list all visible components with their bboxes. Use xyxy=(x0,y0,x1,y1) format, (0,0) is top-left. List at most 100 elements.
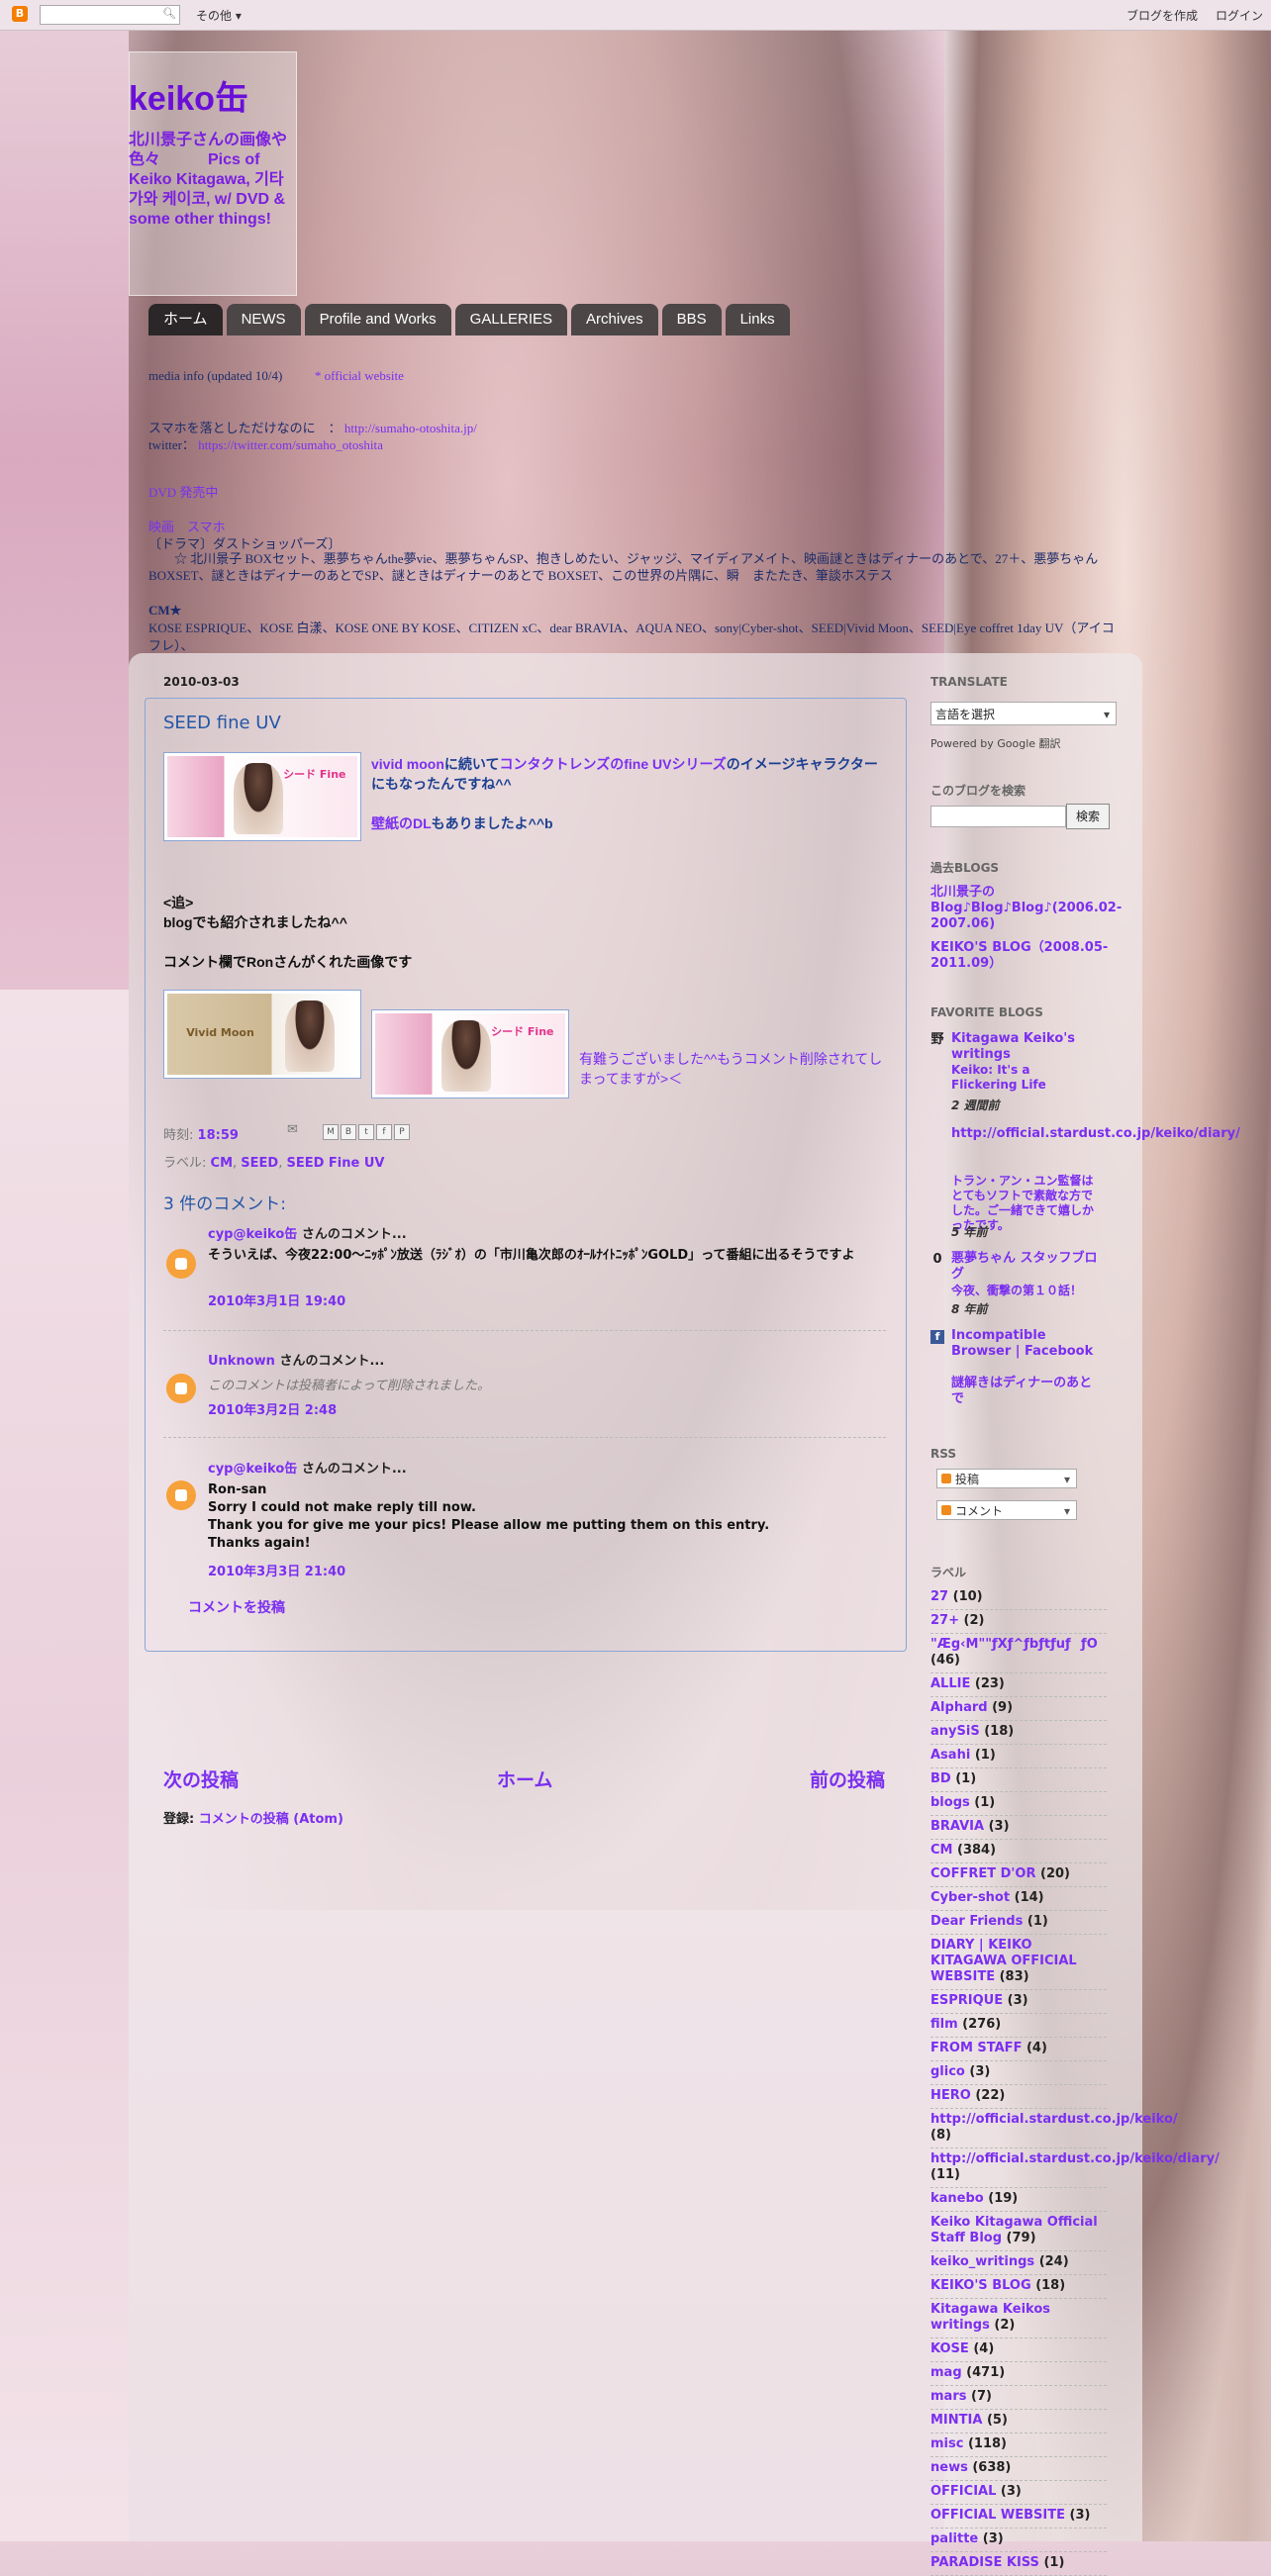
share-blog-icon[interactable]: B xyxy=(341,1124,356,1140)
comment-timestamp[interactable]: 2010年3月2日 2:48 xyxy=(208,1399,337,1418)
label-link[interactable]: Cyber-shot xyxy=(930,1890,1010,1905)
label-link[interactable]: palitte xyxy=(930,2531,978,2546)
wallpaper-link[interactable]: 壁紙のDL xyxy=(371,815,432,831)
sidebar-label-item[interactable]: keiko_writings (24) xyxy=(930,2251,1107,2275)
sidebar-label-item[interactable]: BRAVIA (3) xyxy=(930,1816,1107,1840)
sidebar-label-item[interactable]: "Æg‹M""ƒXƒ^ƒbƒtƒuƒƒO (46) xyxy=(930,1634,1107,1673)
sidebar-label-item[interactable]: blogs (1) xyxy=(930,1792,1107,1816)
label-link[interactable]: Alphard xyxy=(930,1700,988,1715)
share-pinterest-icon[interactable]: P xyxy=(394,1124,410,1140)
label-link[interactable]: HERO xyxy=(930,2088,971,2103)
language-select[interactable]: 言語を選択 xyxy=(930,702,1117,726)
sidebar-label-item[interactable]: ALLIE (23) xyxy=(930,1673,1107,1697)
fav-blog-title[interactable]: 悪夢ちゃん スタッフブログ xyxy=(951,1251,1100,1283)
label-link-seed[interactable]: SEED xyxy=(241,1156,278,1171)
tab-bbs[interactable]: BBS xyxy=(661,304,722,335)
label-link[interactable]: http://official.stardust.co.jp/keiko/dia… xyxy=(930,2151,1220,2166)
sidebar-label-item[interactable]: CM (384) xyxy=(930,1840,1107,1863)
sidebar-label-item[interactable]: OFFICIAL WEBSITE (3) xyxy=(930,2505,1107,2528)
rss-comments-dropdown[interactable]: コメント xyxy=(936,1500,1077,1521)
sidebar-label-item[interactable]: glico (3) xyxy=(930,2061,1107,2085)
sidebar-label-item[interactable]: palitte (3) xyxy=(930,2528,1107,2552)
label-link[interactable]: BRAVIA xyxy=(930,1819,984,1834)
label-link[interactable]: Kitagawa Keikos writings xyxy=(930,2302,1050,2333)
label-link[interactable]: kanebo xyxy=(930,2191,984,2206)
tab-archives[interactable]: Archives xyxy=(571,304,658,335)
create-blog-link[interactable]: ブログを作成 xyxy=(1126,7,1198,24)
comment-author-link[interactable]: Unknown xyxy=(208,1354,275,1369)
label-link[interactable]: ALLIE xyxy=(930,1676,970,1691)
blogger-logo-icon[interactable]: B xyxy=(12,6,28,22)
sidebar-label-item[interactable]: HERO (22) xyxy=(930,2085,1107,2109)
label-link[interactable]: blogs xyxy=(930,1795,970,1810)
fav-blog-title[interactable]: 謎解きはディナーのあとで xyxy=(951,1376,1100,1407)
sumaho-url-link[interactable]: http://sumaho-otoshita.jp/ xyxy=(344,421,477,435)
sidebar-label-item[interactable]: KOSE (4) xyxy=(930,2338,1107,2362)
label-link[interactable]: mars xyxy=(930,2389,966,2404)
post-image-2[interactable]: Vivid Moon xyxy=(163,990,361,1079)
label-link[interactable]: mag xyxy=(930,2365,962,2380)
fav-blog-title[interactable]: http://official.stardust.co.jp/keiko/dia… xyxy=(951,1126,1240,1142)
navbar-search-input[interactable]: 🔍︎ xyxy=(40,5,180,25)
sidebar-label-item[interactable]: Asahi (1) xyxy=(930,1745,1107,1768)
label-link[interactable]: film xyxy=(930,2017,958,2032)
share-twitter-icon[interactable]: t xyxy=(358,1124,374,1140)
sidebar-label-item[interactable]: KEIKO'S BLOG (18) xyxy=(930,2275,1107,2299)
tab-news[interactable]: NEWS xyxy=(226,304,301,335)
label-link[interactable]: 27+ xyxy=(930,1613,959,1628)
fine-uv-link[interactable]: コンタクトレンズのfine UVシリーズ xyxy=(500,756,727,772)
tab-galleries[interactable]: GALLERIES xyxy=(454,304,568,335)
label-link[interactable]: glico xyxy=(930,2064,965,2079)
email-post-icon[interactable]: ✉ xyxy=(287,1122,298,1137)
sidebar-label-item[interactable]: OFFICIAL (3) xyxy=(930,2481,1107,2505)
label-link[interactable]: Asahi xyxy=(930,1748,970,1763)
atom-feed-link[interactable]: コメントの投稿 (Atom) xyxy=(199,1812,343,1827)
sidebar-label-item[interactable]: kanebo (19) xyxy=(930,2188,1107,2212)
rss-posts-dropdown[interactable]: 投稿 xyxy=(936,1469,1077,1489)
label-link[interactable]: MINTIA xyxy=(930,2413,982,2428)
label-link[interactable]: anySiS xyxy=(930,1724,980,1739)
comment-author-link[interactable]: cyp@keiko缶 xyxy=(208,1462,297,1477)
sidebar-label-item[interactable]: ESPRIQUE (3) xyxy=(930,1990,1107,2014)
sidebar-label-item[interactable]: mag (471) xyxy=(930,2362,1107,2386)
sidebar-label-item[interactable]: BD (1) xyxy=(930,1768,1107,1792)
sidebar-label-item[interactable]: 27 (10) xyxy=(930,1586,1107,1610)
sidebar-label-item[interactable]: http://official.stardust.co.jp/keiko/ (8… xyxy=(930,2109,1178,2148)
media-info-link[interactable]: media info (updated 10/4) xyxy=(148,368,282,383)
sidebar-label-item[interactable]: 27+ (2) xyxy=(930,1610,1107,1634)
label-link[interactable]: BD xyxy=(930,1771,951,1786)
share-facebook-icon[interactable]: f xyxy=(376,1124,392,1140)
vivid-moon-link[interactable]: vivid moon xyxy=(371,756,444,772)
label-link[interactable]: CM xyxy=(930,1843,952,1858)
blog-title[interactable]: keiko缶 xyxy=(129,71,248,120)
fav-blog-title[interactable]: Incompatible Browser | Facebook xyxy=(951,1328,1100,1360)
post-permalink[interactable]: 18:59 xyxy=(198,1128,239,1143)
sidebar-label-item[interactable]: news (638) xyxy=(930,2457,1107,2481)
label-link[interactable]: COFFRET D'OR xyxy=(930,1866,1035,1881)
tab-home[interactable]: ホーム xyxy=(148,304,223,335)
official-website-link[interactable]: * official website xyxy=(315,368,404,383)
sidebar-label-item[interactable]: Keiko Kitagawa Official Staff Blog (79) xyxy=(930,2212,1107,2251)
sidebar-label-item[interactable]: misc (118) xyxy=(930,2433,1107,2457)
label-link[interactable]: FROM STAFF xyxy=(930,2041,1022,2055)
sidebar-label-item[interactable]: film (276) xyxy=(930,2014,1107,2038)
sidebar-label-item[interactable]: Dear Friends (1) xyxy=(930,1911,1107,1935)
sidebar-label-item[interactable]: Cyber-shot (14) xyxy=(930,1887,1107,1911)
past-blog-link-1[interactable]: 北川景子のBlog♪Blog♪Blog♪(2006.02-2007.06) xyxy=(930,885,1122,932)
label-link[interactable]: http://official.stardust.co.jp/keiko/ xyxy=(930,2112,1178,2127)
comment-timestamp[interactable]: 2010年3月3日 21:40 xyxy=(208,1561,345,1579)
label-link[interactable]: 27 xyxy=(930,1589,948,1604)
tab-links[interactable]: Links xyxy=(725,304,790,335)
post-image-3[interactable]: シード Fine xyxy=(371,1009,569,1098)
search-button[interactable]: 検索 xyxy=(1066,804,1110,829)
label-link[interactable]: news xyxy=(930,2460,968,2475)
sidebar-label-item[interactable]: PARADISE KISS (1) xyxy=(930,2552,1107,2576)
post-image-1[interactable]: シード Fine xyxy=(163,752,361,841)
label-link[interactable]: PARADISE KISS xyxy=(930,2555,1039,2570)
blog-search-input[interactable] xyxy=(930,806,1066,827)
label-link[interactable]: OFFICIAL WEBSITE xyxy=(930,2508,1065,2523)
search-icon[interactable]: 🔍︎ xyxy=(162,7,176,21)
home-link[interactable]: ホーム xyxy=(497,1765,552,1792)
sidebar-label-item[interactable]: Kitagawa Keikos writings (2) xyxy=(930,2299,1107,2338)
commenter-avatar[interactable] xyxy=(166,1480,196,1510)
